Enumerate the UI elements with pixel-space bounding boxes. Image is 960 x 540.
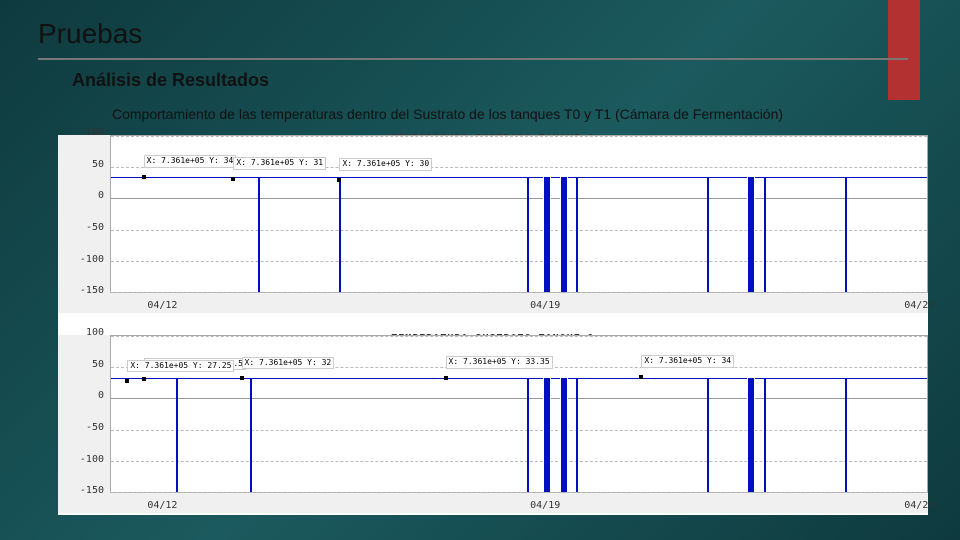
subtitle: Análisis de Resultados xyxy=(72,70,269,91)
yaxis-t0: -150-100-50050100 xyxy=(58,135,108,293)
chart-panel-t0: TEMPERATURA SUSTRATO TANQUE 0 -150-100-5… xyxy=(58,135,928,335)
page-title: Pruebas xyxy=(38,18,142,50)
accent-block xyxy=(888,0,920,100)
chart-container: TEMPERATURA SUSTRATO TANQUE 0 -150-100-5… xyxy=(58,135,928,515)
plot-t1: X: 7.361e+05 Y: 30.5X: 7.361e+05 Y: 27.2… xyxy=(110,335,928,493)
plot-t0: X: 7.361e+05 Y: 34X: 7.361e+05 Y: 31X: 7… xyxy=(110,135,928,293)
chart-panel-t1: TEMPERATURA SUSTRATO TANQUE 1 -150-100-5… xyxy=(58,335,928,513)
title-underline xyxy=(38,58,908,60)
slide: Pruebas Análisis de Resultados Comportam… xyxy=(0,0,960,540)
description: Comportamiento de las temperaturas dentr… xyxy=(112,106,783,122)
yaxis-t1: -150-100-50050100 xyxy=(58,335,108,493)
